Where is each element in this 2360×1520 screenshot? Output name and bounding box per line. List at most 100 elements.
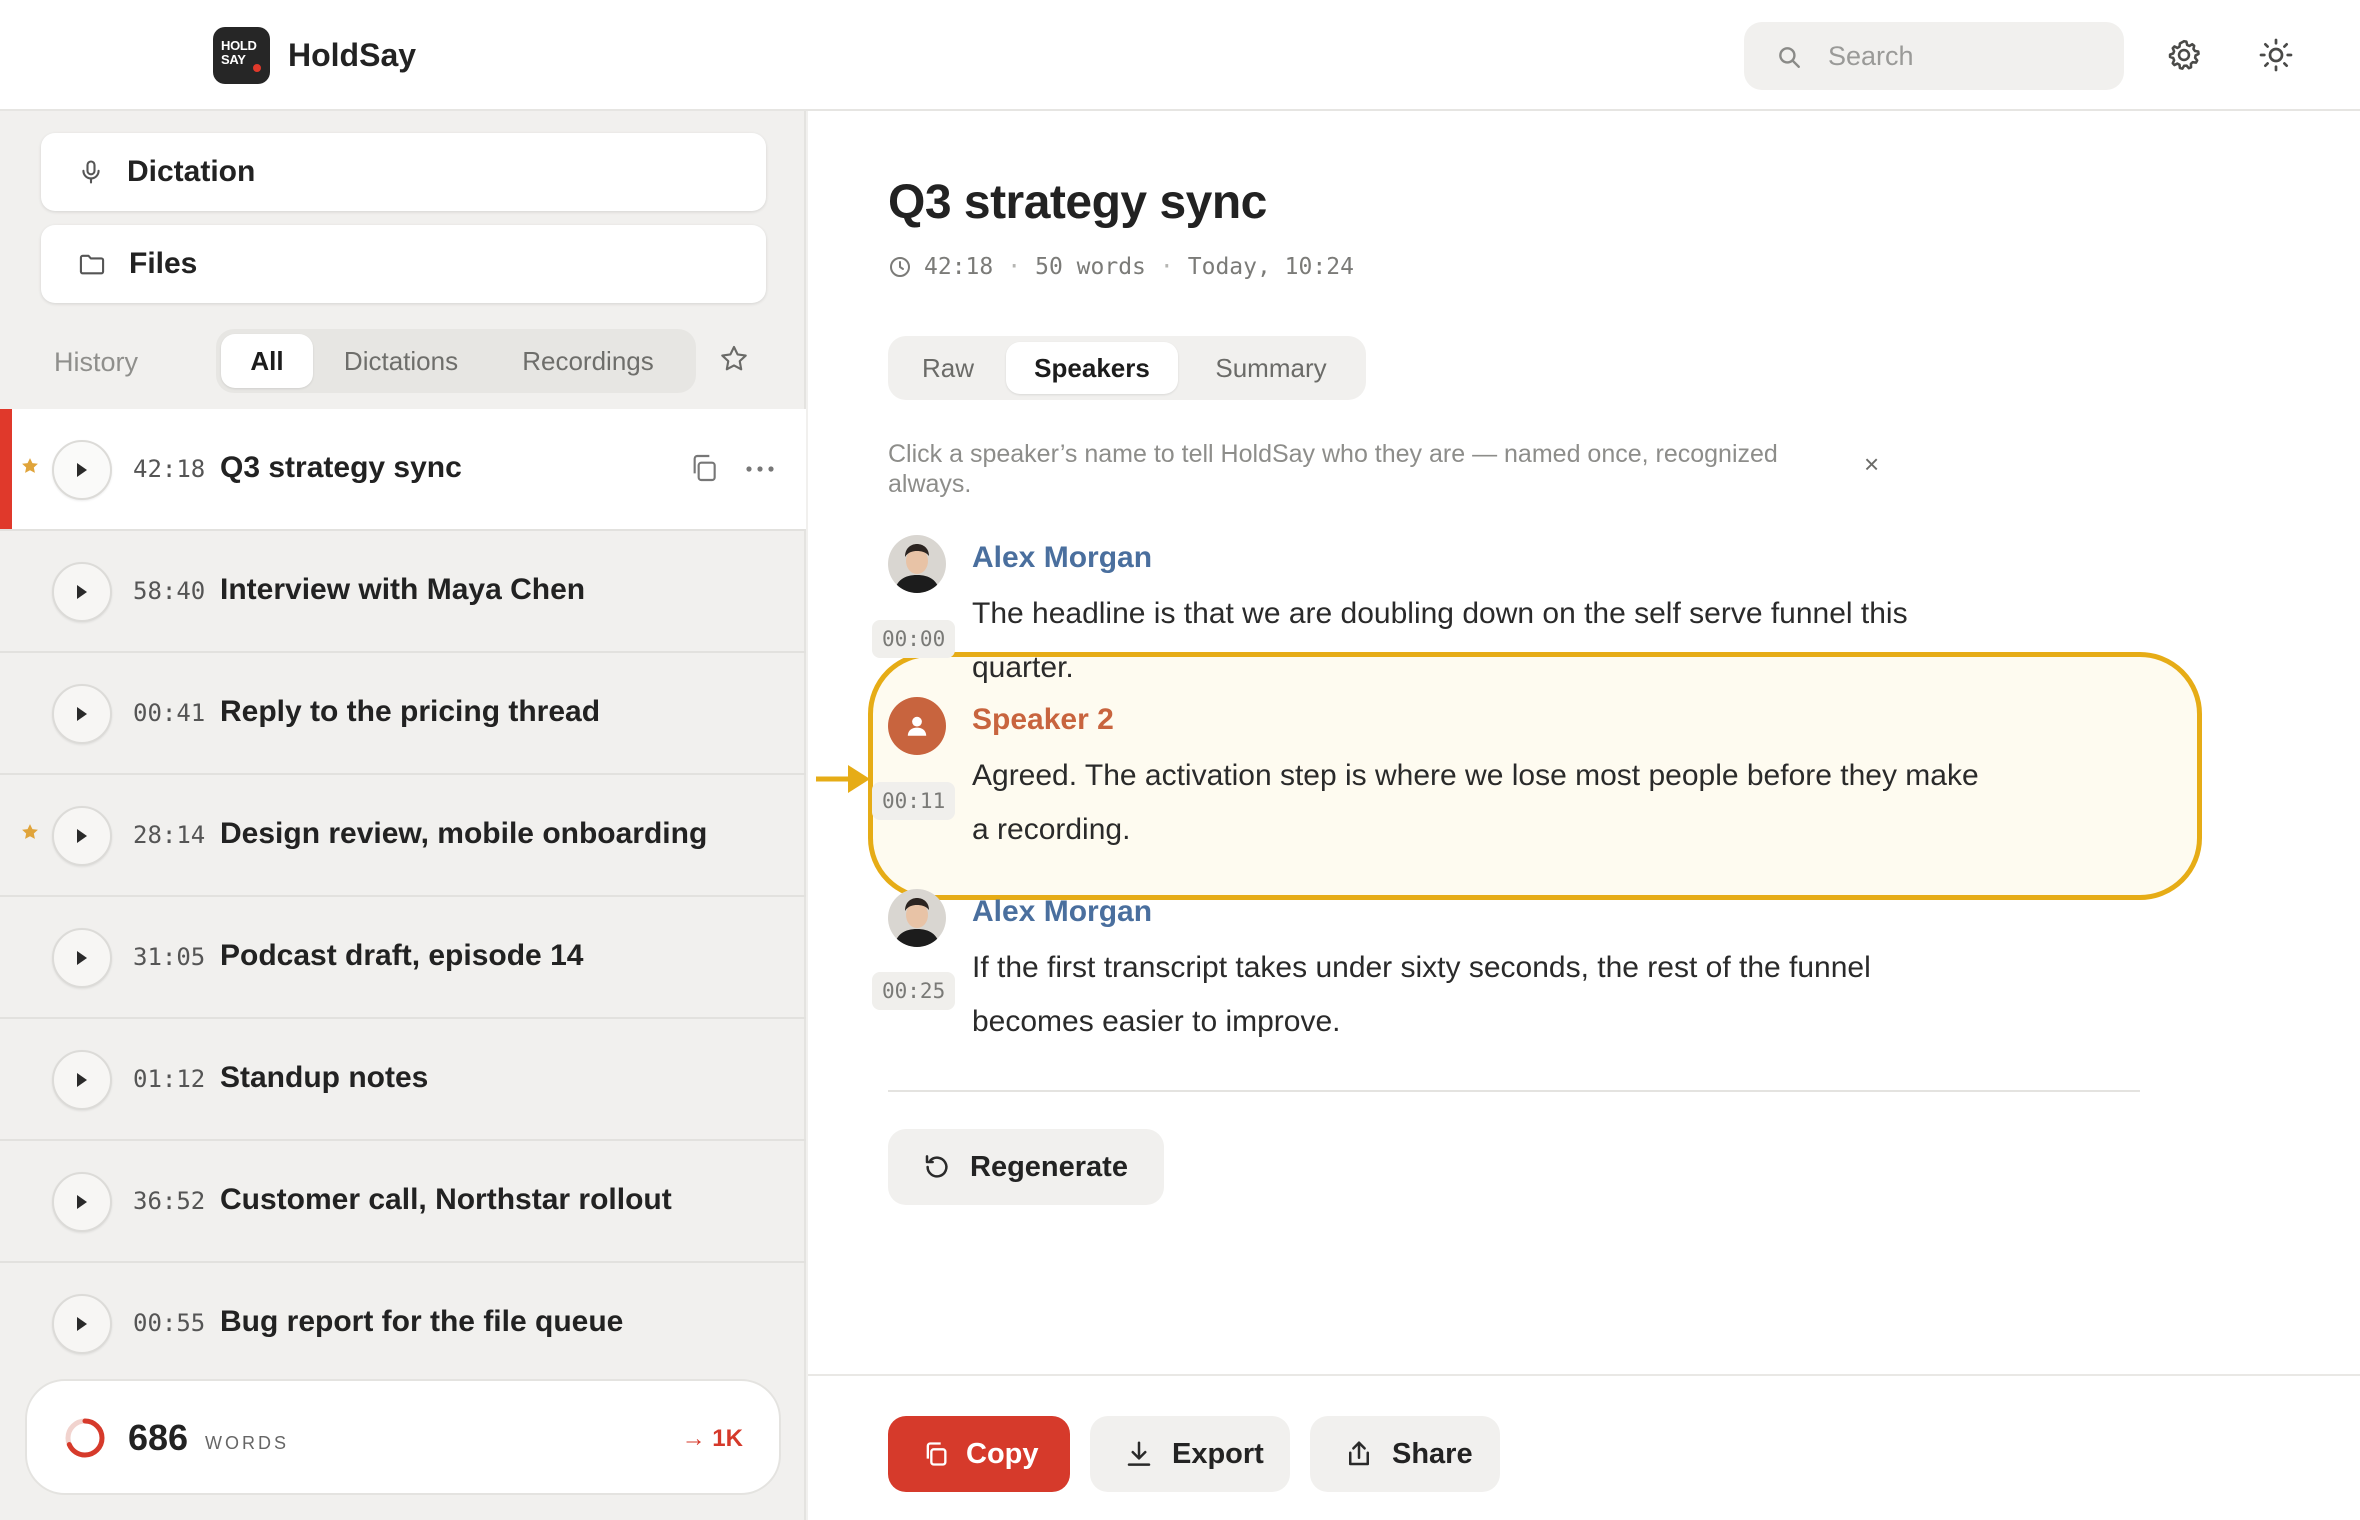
view-tabs: Raw Speakers Summary bbox=[888, 336, 1366, 400]
regenerate-button[interactable]: Regenerate bbox=[888, 1129, 1164, 1205]
dismiss-hint-button[interactable]: × bbox=[1864, 449, 1879, 480]
play-icon bbox=[77, 1195, 87, 1209]
avatar bbox=[888, 889, 946, 947]
timestamp[interactable]: 00:00 bbox=[872, 620, 956, 658]
history-item[interactable]: 36:52 Customer call, Northstar rollout bbox=[0, 1141, 806, 1263]
history-label: History bbox=[54, 347, 139, 377]
export-label: Export bbox=[1172, 1437, 1264, 1470]
more-horizontal-icon bbox=[746, 466, 774, 472]
avatar bbox=[888, 535, 946, 593]
nav-dictation[interactable]: Dictation bbox=[41, 133, 766, 211]
favorites-filter-button[interactable] bbox=[718, 343, 750, 380]
item-title: Podcast draft, episode 14 bbox=[220, 939, 584, 972]
more-options-button[interactable] bbox=[744, 457, 776, 486]
item-duration: 00:41 bbox=[133, 699, 206, 727]
tab-raw[interactable]: Raw bbox=[894, 342, 1002, 394]
item-title: Standup notes bbox=[220, 1061, 429, 1094]
tab-speakers[interactable]: Speakers bbox=[1006, 342, 1178, 394]
gear-icon bbox=[2168, 39, 2200, 70]
play-button[interactable] bbox=[52, 806, 112, 866]
play-button[interactable] bbox=[52, 1172, 112, 1232]
segment-text: Agreed. The activation step is where we … bbox=[972, 759, 1979, 846]
nav-dictation-label: Dictation bbox=[127, 155, 256, 188]
filter-dictations[interactable]: Dictations bbox=[328, 334, 474, 388]
item-title: Design review, mobile onboarding bbox=[220, 817, 708, 850]
share-button[interactable]: Share bbox=[1310, 1416, 1500, 1492]
refresh-icon bbox=[925, 1155, 948, 1178]
settings-button[interactable] bbox=[2159, 30, 2209, 80]
filter-recordings[interactable]: Recordings bbox=[488, 334, 688, 388]
star-filled-icon bbox=[22, 824, 38, 839]
play-button[interactable] bbox=[52, 928, 112, 988]
search-icon bbox=[1779, 47, 1800, 68]
history-item[interactable]: 28:14 Design review, mobile onboarding bbox=[0, 775, 806, 897]
item-title: Q3 strategy sync bbox=[220, 451, 462, 484]
search-box[interactable] bbox=[1744, 22, 2124, 90]
nav-files-label: Files bbox=[129, 247, 198, 280]
item-duration: 31:05 bbox=[133, 943, 206, 971]
app-title: HoldSay bbox=[288, 37, 417, 73]
play-button[interactable] bbox=[52, 1050, 112, 1110]
filter-all[interactable]: All bbox=[221, 334, 313, 388]
sun-icon bbox=[2259, 38, 2293, 72]
divider bbox=[888, 1090, 2140, 1092]
item-title: Reply to the pricing thread bbox=[220, 695, 601, 728]
item-duration: 00:55 bbox=[133, 1309, 206, 1337]
logo-line-1: HOLD bbox=[221, 38, 257, 53]
item-duration: 42:18 bbox=[133, 455, 206, 483]
item-title: Interview with Maya Chen bbox=[220, 573, 586, 606]
item-title: Bug report for the file queue bbox=[220, 1305, 624, 1338]
play-icon bbox=[77, 585, 87, 599]
play-icon bbox=[77, 829, 87, 843]
action-footer: Copy Export Share bbox=[808, 1374, 2360, 1520]
regenerate-label: Regenerate bbox=[970, 1150, 1128, 1183]
history-item[interactable]: 31:05 Podcast draft, episode 14 bbox=[0, 897, 806, 1019]
play-icon bbox=[77, 951, 87, 965]
copy-item-button[interactable] bbox=[688, 451, 720, 490]
star-filled-icon bbox=[22, 458, 38, 473]
download-icon bbox=[1127, 1441, 1151, 1466]
word-count: 686 bbox=[128, 1417, 189, 1458]
history-item[interactable]: 01:12 Standup notes bbox=[0, 1019, 806, 1141]
item-duration: 28:14 bbox=[133, 821, 206, 849]
history-filter: All Dictations Recordings bbox=[216, 329, 696, 393]
tab-summary[interactable]: Summary bbox=[1184, 342, 1358, 394]
play-button[interactable] bbox=[52, 562, 112, 622]
search-input[interactable] bbox=[1828, 36, 2108, 76]
meta-separator: · bbox=[1159, 254, 1174, 280]
logo-dot bbox=[253, 64, 261, 72]
play-icon bbox=[77, 1317, 87, 1331]
history-item[interactable]: 00:55 Bug report for the file queue bbox=[0, 1263, 806, 1385]
export-button[interactable]: Export bbox=[1090, 1416, 1290, 1492]
nav-files[interactable]: Files bbox=[41, 225, 766, 303]
meta-words: 50 words bbox=[1035, 254, 1146, 280]
page-title: Q3 strategy sync bbox=[888, 176, 1267, 229]
meta-duration: 42:18 bbox=[924, 254, 994, 280]
history-item[interactable]: 00:41 Reply to the pricing thread bbox=[0, 653, 806, 775]
microphone-icon bbox=[82, 160, 100, 184]
play-button[interactable] bbox=[52, 1294, 112, 1354]
history-item[interactable]: 42:18 Q3 strategy sync bbox=[0, 409, 806, 531]
progress-ring-icon bbox=[65, 1418, 105, 1458]
play-button[interactable] bbox=[52, 440, 112, 500]
logo-line-2: SAY bbox=[221, 52, 246, 67]
star-outline-icon bbox=[721, 345, 747, 371]
play-button[interactable] bbox=[52, 684, 112, 744]
active-indicator bbox=[0, 409, 12, 529]
speaker-name[interactable]: Alex Morgan bbox=[972, 895, 1152, 929]
word-count-card: 686 WORDS → 1K bbox=[25, 1379, 781, 1495]
clock-icon bbox=[890, 257, 910, 277]
timestamp[interactable]: 00:25 bbox=[872, 972, 956, 1010]
item-duration: 58:40 bbox=[133, 577, 206, 605]
folder-icon bbox=[79, 254, 105, 275]
speaker-name[interactable]: Alex Morgan bbox=[972, 541, 1152, 575]
timestamp[interactable]: 00:11 bbox=[872, 782, 956, 820]
history-item[interactable]: 58:40 Interview with Maya Chen bbox=[0, 531, 806, 653]
top-bar: HOLD SAY HoldSay bbox=[0, 0, 2360, 111]
avatar bbox=[888, 697, 946, 755]
theme-toggle-button[interactable] bbox=[2251, 30, 2301, 80]
speaker-name[interactable]: Speaker 2 bbox=[972, 703, 1114, 737]
share-label: Share bbox=[1392, 1437, 1473, 1470]
copy-button[interactable]: Copy bbox=[888, 1416, 1070, 1492]
play-icon bbox=[77, 1073, 87, 1087]
